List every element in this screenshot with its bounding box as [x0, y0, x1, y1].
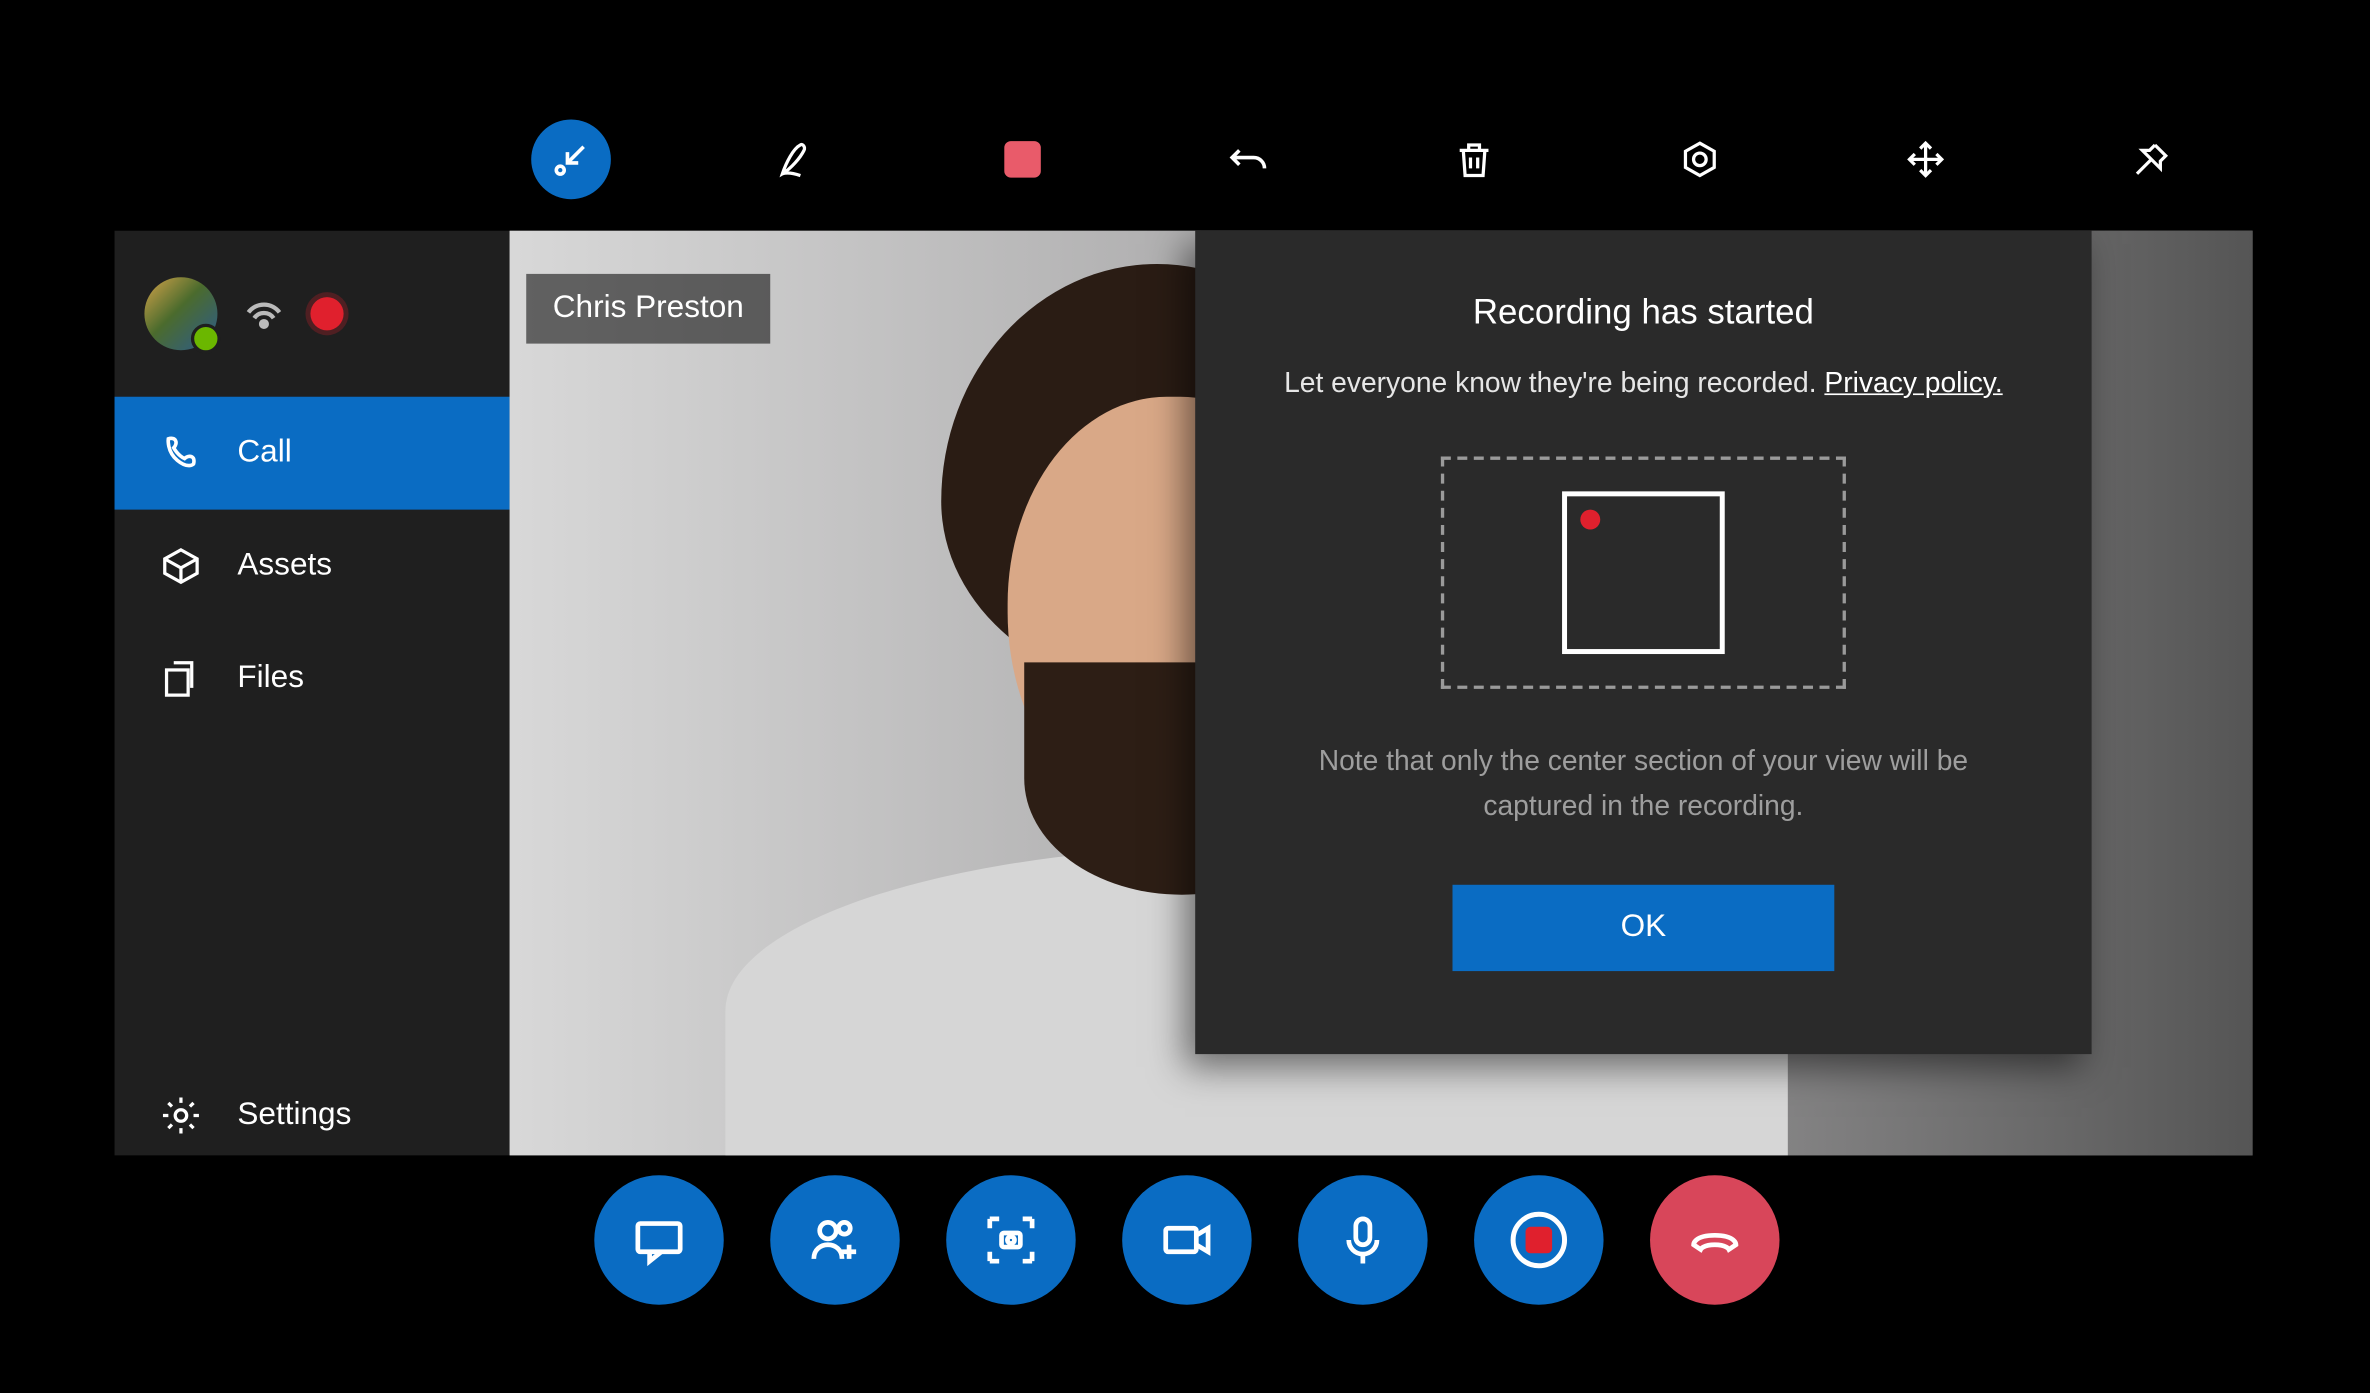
sidebar-item-label: Assets — [237, 548, 332, 585]
hangup-icon — [1686, 1212, 1742, 1268]
sidebar-item-files[interactable]: Files — [115, 623, 510, 736]
sidebar-item-assets[interactable]: Assets — [115, 510, 510, 623]
add-people-button[interactable] — [769, 1175, 898, 1304]
sidebar-header — [115, 231, 510, 397]
mic-toggle-button[interactable] — [1297, 1175, 1426, 1304]
dialog-subtitle: Let everyone know they're being recorded… — [1284, 367, 2003, 400]
camera-capture-icon — [982, 1212, 1038, 1268]
box-icon — [158, 543, 204, 589]
sidebar-item-label: Files — [237, 661, 304, 698]
hexagon-location-icon — [1678, 138, 1721, 181]
delete-button[interactable] — [1434, 120, 1514, 200]
ok-button[interactable]: OK — [1453, 885, 1835, 971]
collapse-arrow-icon — [549, 138, 592, 181]
wifi-icon — [241, 286, 287, 341]
add-people-icon — [806, 1212, 862, 1268]
call-action-bar — [0, 1175, 2370, 1304]
sidebar-item-label: Call — [237, 435, 291, 472]
end-call-button[interactable] — [1649, 1175, 1778, 1304]
record-stop-icon — [1510, 1212, 1566, 1268]
anchor-button[interactable] — [1660, 120, 1740, 200]
move-button[interactable] — [1886, 120, 1966, 200]
trash-icon — [1453, 138, 1496, 181]
phone-icon — [158, 430, 204, 476]
participant-name-tag: Chris Preston — [526, 274, 770, 344]
undo-button[interactable] — [1208, 120, 1288, 200]
recording-indicator — [310, 297, 343, 330]
ink-button[interactable] — [757, 120, 837, 200]
recording-started-dialog: Recording has started Let everyone know … — [1195, 231, 2091, 1054]
privacy-policy-link[interactable]: Privacy policy. — [1824, 367, 2002, 399]
stop-recording-button[interactable] — [983, 120, 1063, 200]
sidebar-item-call[interactable]: Call — [115, 397, 510, 510]
video-icon — [1158, 1212, 1214, 1268]
record-button[interactable] — [1473, 1175, 1602, 1304]
pin-icon — [2130, 138, 2173, 181]
sidebar-item-label: Settings — [237, 1097, 351, 1134]
top-toolbar — [531, 120, 2191, 200]
stop-recording-icon — [1004, 141, 1041, 178]
move-arrows-icon — [1904, 138, 1947, 181]
chat-icon — [630, 1212, 686, 1268]
sidebar: Call Assets Files — [115, 231, 510, 1156]
microphone-icon — [1334, 1212, 1390, 1268]
capture-center-box — [1562, 491, 1725, 654]
pin-button[interactable] — [2112, 120, 2192, 200]
ink-pen-icon — [775, 138, 818, 181]
gear-icon — [158, 1092, 204, 1138]
capture-area-diagram — [1441, 457, 1846, 689]
files-icon — [158, 656, 204, 702]
video-toggle-button[interactable] — [1121, 1175, 1250, 1304]
sidebar-item-settings[interactable]: Settings — [115, 1059, 510, 1155]
avatar[interactable] — [144, 277, 217, 350]
collapse-button[interactable] — [531, 120, 611, 200]
dialog-note: Note that only the center section of you… — [1268, 739, 2018, 829]
dialog-title: Recording has started — [1473, 294, 1814, 334]
chat-button[interactable] — [593, 1175, 722, 1304]
undo-icon — [1227, 138, 1270, 181]
capture-button[interactable] — [945, 1175, 1074, 1304]
